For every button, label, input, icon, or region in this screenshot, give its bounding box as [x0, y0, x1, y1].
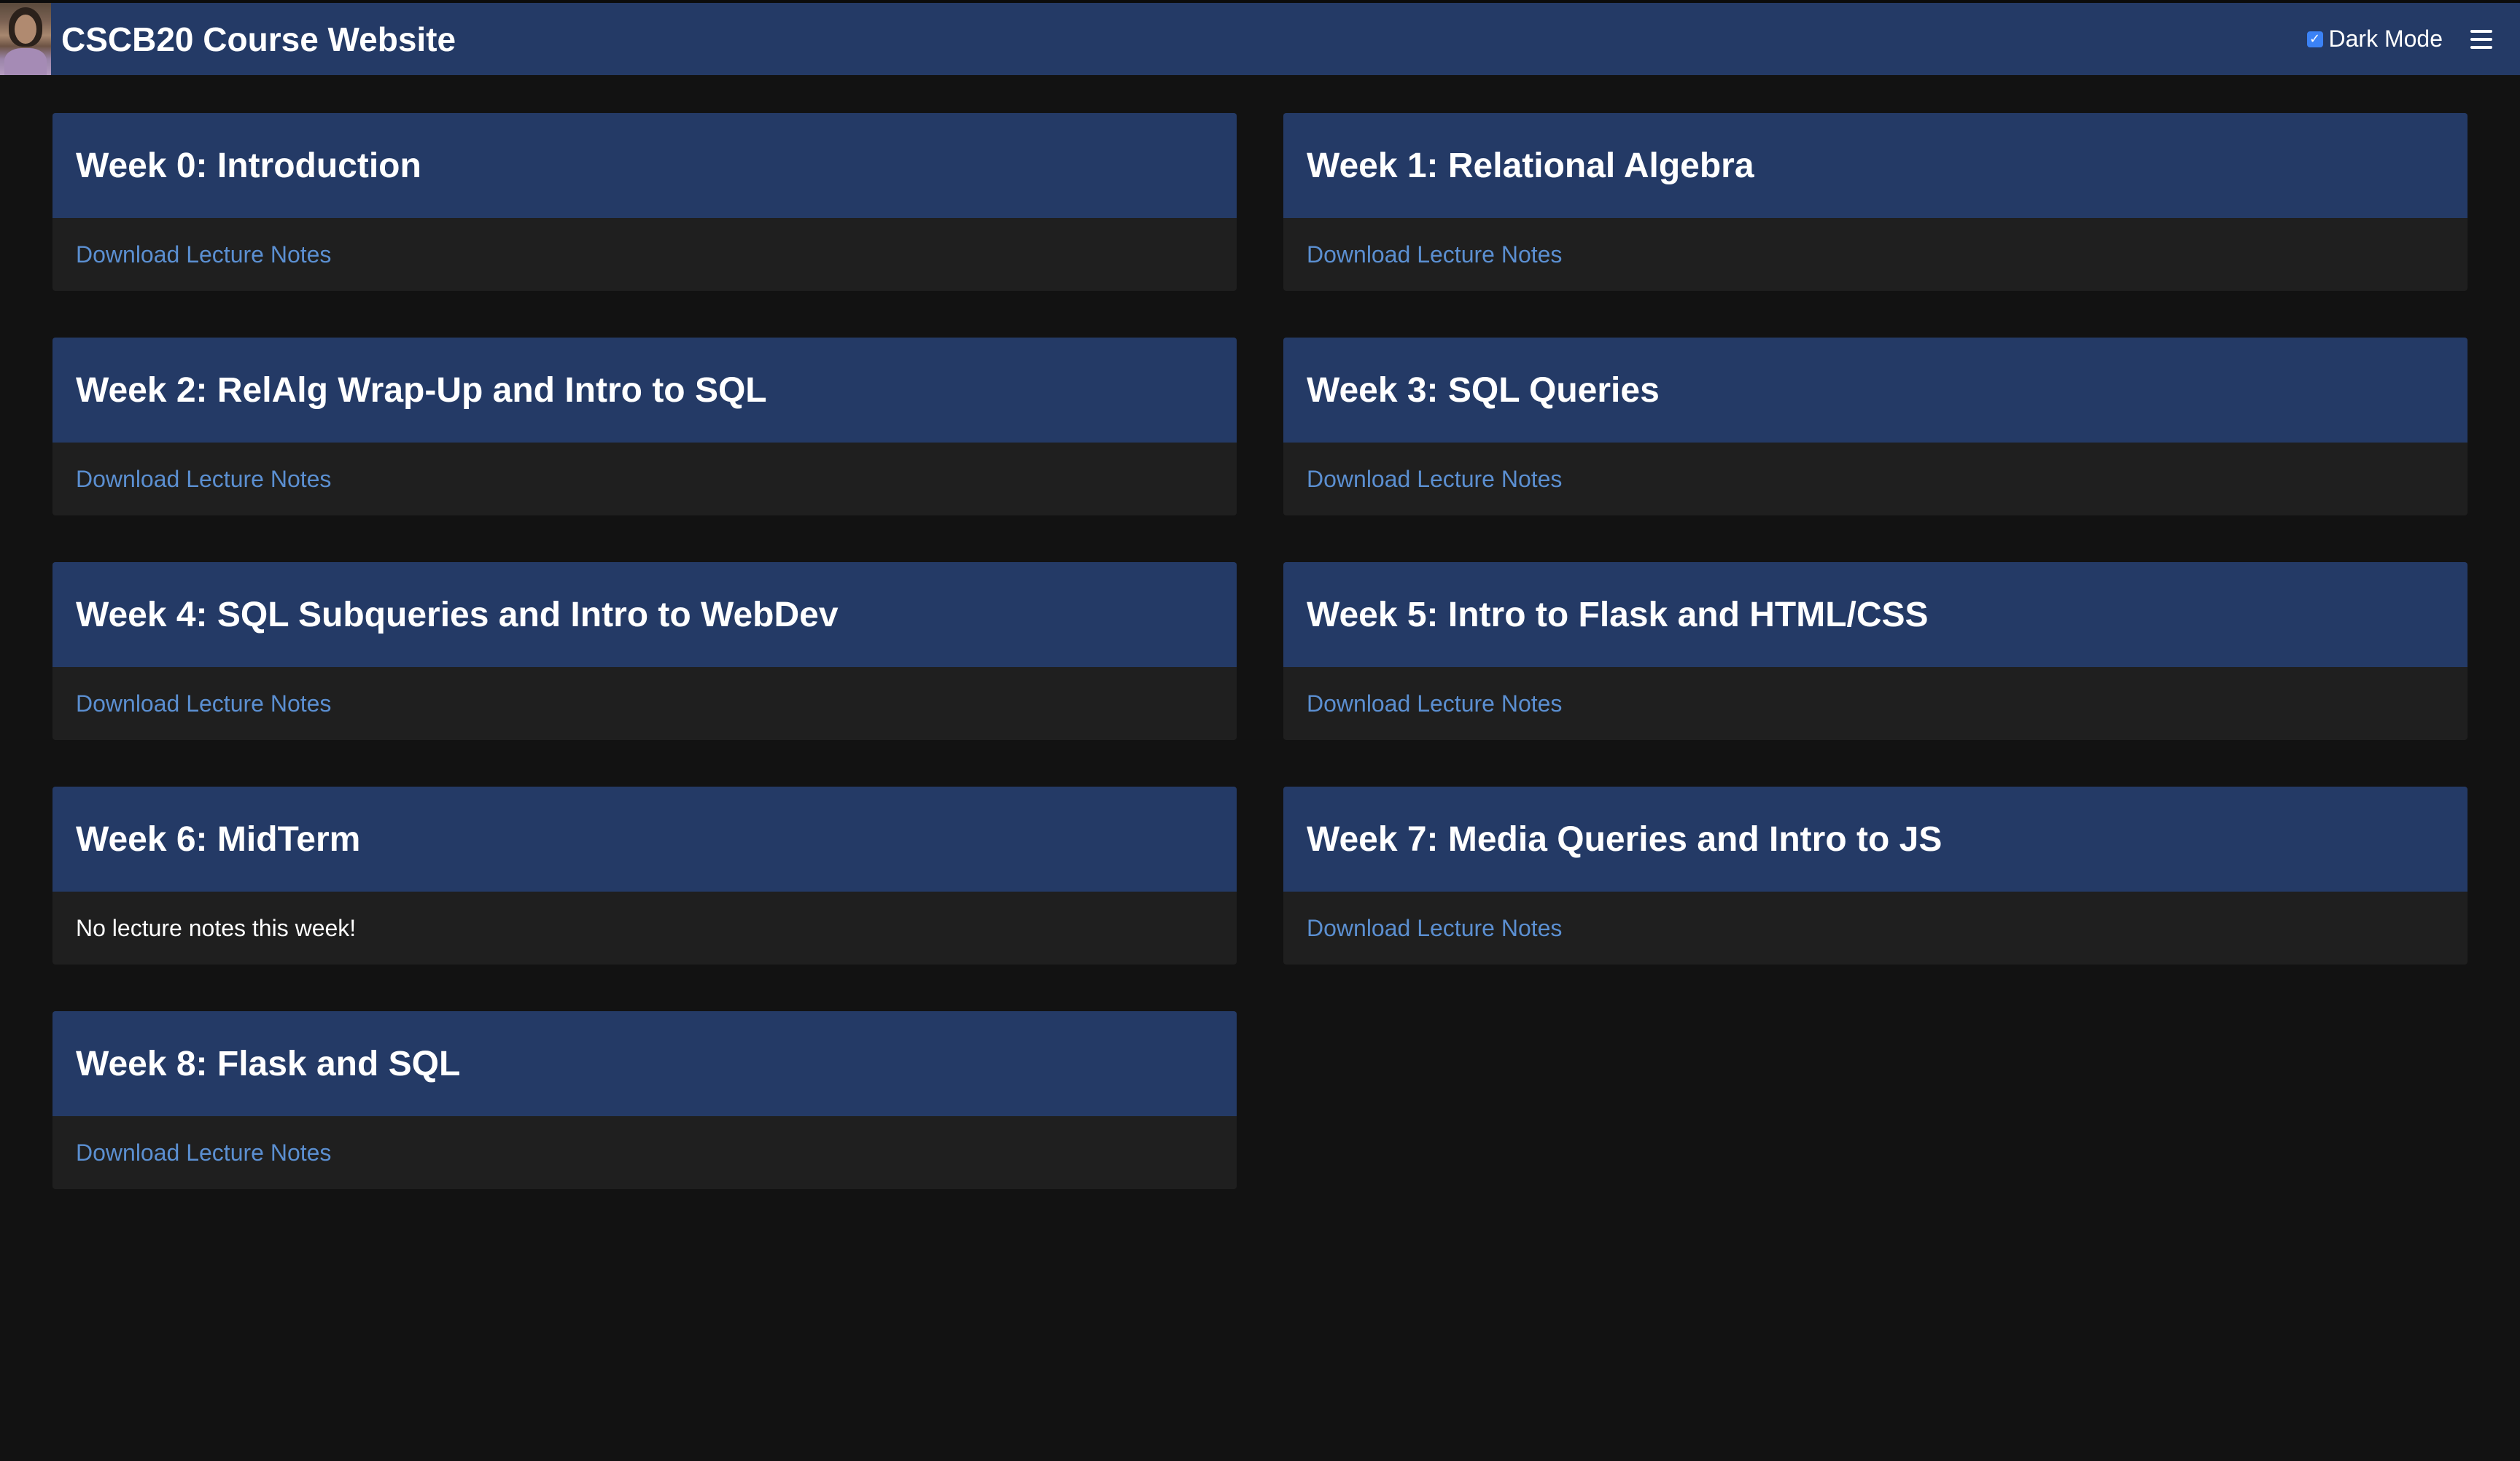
week-title: Week 1: Relational Algebra	[1307, 146, 1754, 185]
week-title: Week 6: MidTerm	[76, 819, 361, 859]
week-card-header: Week 4: SQL Subqueries and Intro to WebD…	[52, 562, 1237, 667]
week-card-3: Week 3: SQL Queries Download Lecture Not…	[1283, 338, 2468, 515]
download-lecture-notes-link[interactable]: Download Lecture Notes	[76, 241, 331, 268]
week-card-body: Download Lecture Notes	[1283, 667, 2468, 740]
download-lecture-notes-link[interactable]: Download Lecture Notes	[76, 466, 331, 493]
week-card-body: No lecture notes this week!	[52, 892, 1237, 965]
dark-mode-label[interactable]: Dark Mode	[2329, 26, 2443, 52]
week-card-body: Download Lecture Notes	[52, 667, 1237, 740]
week-card-header: Week 3: SQL Queries	[1283, 338, 2468, 443]
week-title: Week 4: SQL Subqueries and Intro to WebD…	[76, 595, 839, 634]
download-lecture-notes-link[interactable]: Download Lecture Notes	[1307, 915, 1562, 942]
week-card-header: Week 8: Flask and SQL	[52, 1011, 1237, 1116]
download-lecture-notes-link[interactable]: Download Lecture Notes	[76, 1139, 331, 1166]
download-lecture-notes-link[interactable]: Download Lecture Notes	[76, 690, 331, 717]
week-card-body: Download Lecture Notes	[1283, 218, 2468, 291]
dark-mode-checkbox[interactable]: ✓	[2306, 31, 2323, 47]
site-title: CSCB20 Course Website	[61, 20, 456, 58]
week-card-body: Download Lecture Notes	[1283, 892, 2468, 965]
week-card-5: Week 5: Intro to Flask and HTML/CSS Down…	[1283, 562, 2468, 740]
header-controls: ✓ Dark Mode	[2306, 26, 2492, 52]
week-card-header: Week 5: Intro to Flask and HTML/CSS	[1283, 562, 2468, 667]
site-header: CSCB20 Course Website ✓ Dark Mode	[0, 3, 2520, 75]
week-title: Week 2: RelAlg Wrap-Up and Intro to SQL	[76, 370, 767, 410]
week-card-8: Week 8: Flask and SQL Download Lecture N…	[52, 1011, 1237, 1189]
week-card-4: Week 4: SQL Subqueries and Intro to WebD…	[52, 562, 1237, 740]
week-card-body: Download Lecture Notes	[52, 218, 1237, 291]
week-card-header: Week 7: Media Queries and Intro to JS	[1283, 787, 2468, 892]
week-card-1: Week 1: Relational Algebra Download Lect…	[1283, 113, 2468, 291]
week-card-body: Download Lecture Notes	[52, 1116, 1237, 1189]
week-card-header: Week 1: Relational Algebra	[1283, 113, 2468, 218]
download-lecture-notes-link[interactable]: Download Lecture Notes	[1307, 241, 1562, 268]
week-card-6: Week 6: MidTerm No lecture notes this we…	[52, 787, 1237, 965]
week-card-header: Week 2: RelAlg Wrap-Up and Intro to SQL	[52, 338, 1237, 443]
week-card-body: Download Lecture Notes	[1283, 443, 2468, 515]
hamburger-menu-icon[interactable]	[2470, 29, 2492, 49]
avatar	[0, 3, 51, 75]
week-card-7: Week 7: Media Queries and Intro to JS Do…	[1283, 787, 2468, 965]
week-title: Week 8: Flask and SQL	[76, 1044, 461, 1083]
week-title: Week 7: Media Queries and Intro to JS	[1307, 819, 1942, 859]
download-lecture-notes-link[interactable]: Download Lecture Notes	[1307, 466, 1562, 493]
no-notes-text: No lecture notes this week!	[76, 914, 357, 941]
week-card-header: Week 0: Introduction	[52, 113, 1237, 218]
week-title: Week 5: Intro to Flask and HTML/CSS	[1307, 595, 1929, 634]
week-card-body: Download Lecture Notes	[52, 443, 1237, 515]
week-title: Week 0: Introduction	[76, 146, 421, 185]
week-card-header: Week 6: MidTerm	[52, 787, 1237, 892]
week-card-0: Week 0: Introduction Download Lecture No…	[52, 113, 1237, 291]
week-title: Week 3: SQL Queries	[1307, 370, 1660, 410]
download-lecture-notes-link[interactable]: Download Lecture Notes	[1307, 690, 1562, 717]
week-card-2: Week 2: RelAlg Wrap-Up and Intro to SQL …	[52, 338, 1237, 515]
